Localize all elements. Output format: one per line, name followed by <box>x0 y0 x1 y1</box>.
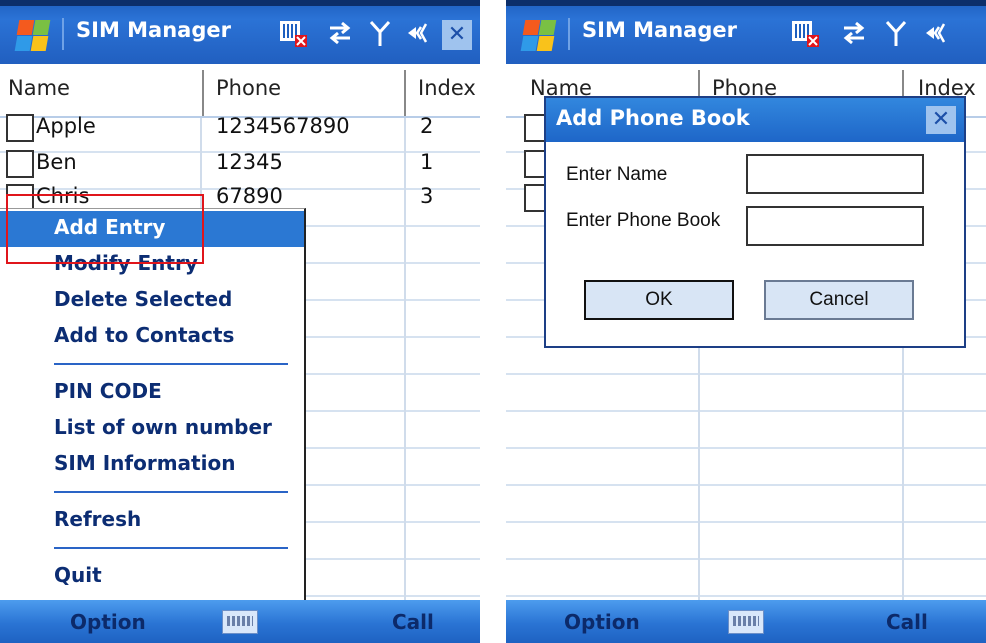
softkey-bar: Option Call <box>506 600 986 643</box>
speaker-icon[interactable] <box>922 18 952 48</box>
column-header-phone[interactable]: Phone <box>216 76 281 100</box>
title-bar: SIM Manager ✕ <box>0 0 480 64</box>
dialog-title: Add Phone Book <box>556 106 750 130</box>
enter-name-label: Enter Name <box>566 164 668 185</box>
row-phone: 1234567890 <box>216 114 350 138</box>
cancel-button[interactable]: Cancel <box>764 280 914 320</box>
left-screen: SIM Manager ✕ Name Phone Index Apple 123… <box>0 0 480 643</box>
menu-item-pin-code[interactable]: PIN CODE <box>0 375 304 411</box>
row-phone: 67890 <box>216 184 283 208</box>
menu-item-label: Delete Selected <box>54 287 233 311</box>
windows-logo-icon[interactable] <box>520 18 557 52</box>
sim-card-icon[interactable] <box>278 18 308 48</box>
option-softkey[interactable]: Option <box>564 610 640 634</box>
sim-card-icon[interactable] <box>790 18 820 48</box>
row-checkbox[interactable] <box>6 114 34 142</box>
menu-item-label: List of own number <box>54 415 272 439</box>
row-checkbox[interactable] <box>6 150 34 178</box>
call-softkey[interactable]: Call <box>392 610 434 634</box>
column-header-index[interactable]: Index <box>418 76 476 100</box>
call-softkey[interactable]: Call <box>886 610 928 634</box>
softkey-bar: Option Call <box>0 600 480 643</box>
close-icon[interactable]: ✕ <box>442 20 472 50</box>
menu-item-label: Refresh <box>54 507 142 531</box>
title-bar: SIM Manager <box>506 0 986 64</box>
menu-divider <box>54 547 288 549</box>
menu-item-list-own-number[interactable]: List of own number <box>0 411 304 447</box>
row-name: Ben <box>36 150 77 174</box>
menu-item-label: PIN CODE <box>54 379 162 403</box>
enter-phone-label: Enter Phone Book <box>566 210 721 231</box>
title-separator <box>568 18 570 50</box>
option-softkey[interactable]: Option <box>70 610 146 634</box>
app-title: SIM Manager <box>76 18 231 42</box>
phone-input[interactable] <box>746 206 924 246</box>
menu-item-label: Quit <box>54 563 102 587</box>
connection-arrows-icon[interactable] <box>840 18 868 48</box>
keyboard-icon[interactable] <box>222 610 258 634</box>
menu-item-label: Add to Contacts <box>54 323 235 347</box>
menu-item-sim-information[interactable]: SIM Information <box>0 447 304 483</box>
keyboard-icon[interactable] <box>728 610 764 634</box>
table-row[interactable]: Ben 12345 1 <box>0 146 480 182</box>
row-phone: 12345 <box>216 150 283 174</box>
row-name: Apple <box>36 114 96 138</box>
connection-arrows-icon[interactable] <box>326 18 354 48</box>
option-menu: Add Entry Modify Entry Delete Selected A… <box>0 208 306 601</box>
title-separator <box>62 18 64 50</box>
menu-item-quit[interactable]: Quit <box>0 559 304 595</box>
row-index: 2 <box>420 114 434 138</box>
signal-antenna-icon[interactable] <box>368 18 392 48</box>
menu-item-delete-selected[interactable]: Delete Selected <box>0 283 304 319</box>
highlight-box <box>6 194 204 264</box>
menu-item-add-to-contacts[interactable]: Add to Contacts <box>0 319 304 355</box>
add-phone-book-dialog: Add Phone Book ✕ Enter Name Enter Phone … <box>544 96 966 348</box>
close-icon[interactable]: ✕ <box>926 106 956 134</box>
menu-item-refresh[interactable]: Refresh <box>0 503 304 539</box>
table-row[interactable]: Apple 1234567890 2 <box>0 110 480 146</box>
speaker-icon[interactable] <box>404 18 434 48</box>
app-title: SIM Manager <box>582 18 737 42</box>
row-index: 3 <box>420 184 434 208</box>
column-header-name[interactable]: Name <box>8 76 70 100</box>
right-screen: SIM Manager Name Phone Index Add Phone B… <box>506 0 986 643</box>
menu-divider <box>54 491 288 493</box>
ok-button[interactable]: OK <box>584 280 734 320</box>
menu-item-label: SIM Information <box>54 451 236 475</box>
menu-divider <box>54 363 288 365</box>
row-index: 1 <box>420 150 434 174</box>
name-input[interactable] <box>746 154 924 194</box>
dialog-title-bar: Add Phone Book ✕ <box>546 98 964 142</box>
signal-antenna-icon[interactable] <box>884 18 908 48</box>
windows-logo-icon[interactable] <box>14 18 51 52</box>
